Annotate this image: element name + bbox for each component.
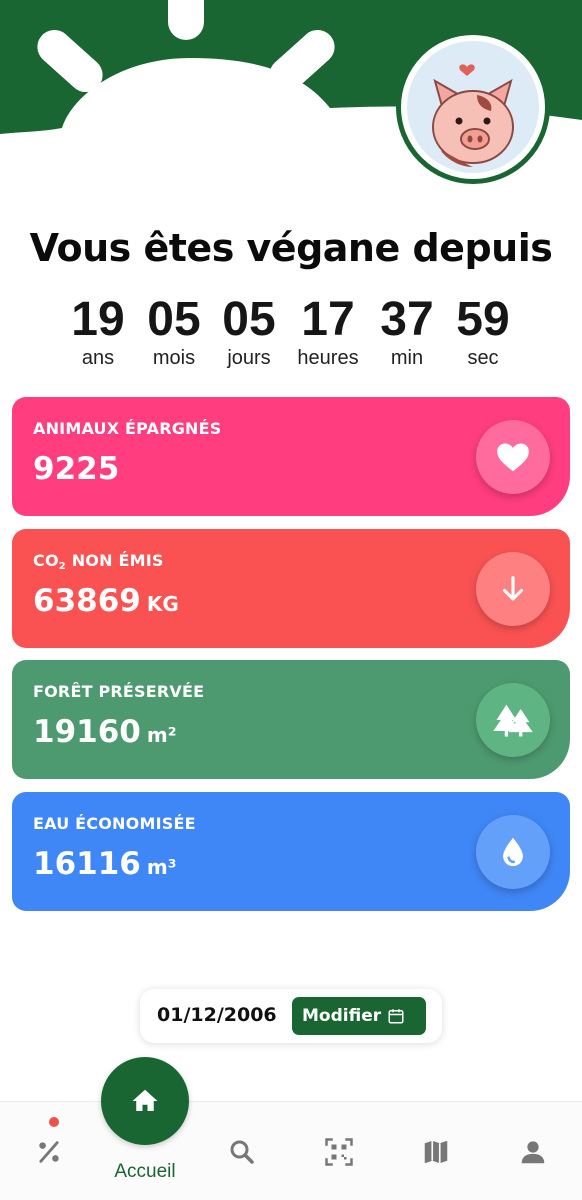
counter-unit: min bbox=[390, 347, 424, 369]
stat-card-water[interactable]: EAU ÉCONOMISÉE 16116 m³ bbox=[12, 792, 570, 911]
stat-label: EAU ÉCONOMISÉE bbox=[33, 814, 196, 833]
search-icon[interactable] bbox=[222, 1132, 262, 1172]
arrow-down-icon bbox=[476, 552, 550, 626]
counter-value: 19 bbox=[71, 293, 125, 346]
page-title: Vous êtes végane depuis bbox=[29, 226, 553, 270]
home-label: Accueil bbox=[114, 1161, 176, 1182]
stat-label: FORÊT PRÉSERVÉE bbox=[33, 682, 205, 701]
avatar[interactable] bbox=[396, 30, 550, 184]
map-icon[interactable] bbox=[416, 1132, 456, 1172]
counter-minutes: 37 min bbox=[367, 294, 447, 370]
forest-icon bbox=[476, 683, 550, 757]
counter-value: 59 bbox=[456, 293, 510, 346]
stat-value: 19160 m² bbox=[33, 714, 177, 750]
counter-unit: ans bbox=[81, 347, 115, 369]
heart-icon bbox=[476, 420, 550, 494]
counter-unit: jours bbox=[227, 347, 271, 369]
stat-label: CO2 NON ÉMIS bbox=[33, 551, 164, 572]
counter-value: 05 bbox=[222, 293, 276, 346]
counter-unit: sec bbox=[467, 347, 499, 369]
profile-icon[interactable] bbox=[513, 1132, 553, 1172]
percent-icon[interactable] bbox=[29, 1132, 69, 1172]
counter-unit: heures bbox=[297, 347, 359, 369]
edit-date-button[interactable]: Modifier bbox=[292, 997, 426, 1035]
counter-value: 37 bbox=[380, 293, 434, 346]
counter-seconds: 59 sec bbox=[443, 294, 523, 370]
counter-days: 05 jours bbox=[209, 294, 289, 370]
water-drop-icon bbox=[476, 815, 550, 889]
notification-dot bbox=[49, 1117, 59, 1127]
edit-button-label: Modifier bbox=[302, 1006, 382, 1026]
counter-months: 05 mois bbox=[134, 294, 214, 370]
counter-years: 19 ans bbox=[58, 294, 138, 370]
sun-ray-center bbox=[168, 0, 204, 40]
date-value: 01/12/2006 bbox=[157, 1004, 277, 1026]
pig-icon bbox=[407, 41, 539, 173]
home-icon bbox=[132, 1089, 158, 1111]
counter-hours: 17 heures bbox=[288, 294, 368, 370]
stat-value: 9225 bbox=[33, 451, 120, 487]
stat-card-animals[interactable]: ANIMAUX ÉPARGNÉS 9225 bbox=[12, 397, 570, 516]
stat-label: ANIMAUX ÉPARGNÉS bbox=[33, 419, 222, 438]
vegan-since-date: 01/12/2006 Modifier bbox=[140, 989, 442, 1043]
stat-value: 63869 KG bbox=[33, 583, 179, 619]
counter-unit: mois bbox=[152, 347, 196, 369]
counter-value: 05 bbox=[147, 293, 201, 346]
qr-code-icon[interactable] bbox=[319, 1132, 359, 1172]
counter-value: 17 bbox=[301, 293, 355, 346]
stat-value: 16116 m³ bbox=[33, 846, 177, 882]
bottom-navigation bbox=[0, 1101, 582, 1200]
stat-card-forest[interactable]: FORÊT PRÉSERVÉE 19160 m² bbox=[12, 660, 570, 779]
stat-card-co2[interactable]: CO2 NON ÉMIS 63869 KG bbox=[12, 529, 570, 648]
home-button[interactable] bbox=[101, 1057, 189, 1145]
calendar-icon bbox=[388, 1009, 404, 1024]
